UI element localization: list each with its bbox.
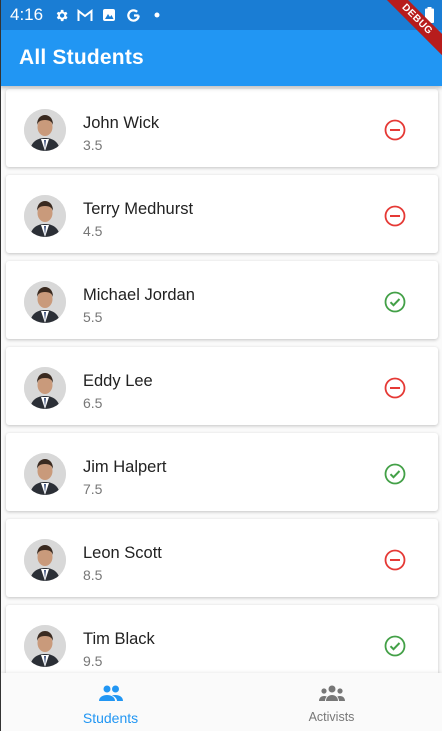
student-score: 5.5 xyxy=(83,309,103,325)
avatar xyxy=(24,625,66,667)
student-card[interactable]: Terry Medhurst 4.5 xyxy=(6,175,438,253)
avatar xyxy=(24,539,66,581)
nav-label-activists: Activists xyxy=(308,710,355,724)
people-icon xyxy=(98,685,123,706)
student-name: Eddy Lee xyxy=(83,372,153,390)
avatar xyxy=(24,453,66,495)
student-name: Tim Black xyxy=(83,630,155,648)
student-name: John Wick xyxy=(83,114,160,132)
bottom-navigation: Students Activists xyxy=(0,673,442,731)
app-bar: All Students xyxy=(0,30,442,86)
nav-label-students: Students xyxy=(82,710,139,726)
student-score: 8.5 xyxy=(83,567,103,583)
remove-circle-icon[interactable] xyxy=(384,549,406,571)
status-icons-left xyxy=(53,7,165,23)
status-time: 4:16 xyxy=(10,5,44,24)
avatar xyxy=(24,195,66,237)
gear-icon xyxy=(53,7,69,23)
student-score: 7.5 xyxy=(83,481,103,497)
check-circle-icon[interactable] xyxy=(384,635,406,657)
check-circle-icon[interactable] xyxy=(384,463,406,485)
remove-circle-icon[interactable] xyxy=(384,377,406,399)
avatar xyxy=(24,281,66,323)
avatar xyxy=(24,109,66,151)
student-score: 3.5 xyxy=(83,137,103,153)
student-card[interactable]: Tim Black 9.5 xyxy=(6,605,438,673)
student-score: 9.5 xyxy=(83,653,103,669)
student-card[interactable]: Leon Scott 8.5 xyxy=(6,519,438,597)
gmail-icon xyxy=(77,7,93,23)
google-icon xyxy=(125,7,141,23)
nav-item-students[interactable]: Students xyxy=(0,673,221,731)
student-card[interactable]: Jim Halpert 7.5 xyxy=(6,433,438,511)
student-name: Terry Medhurst xyxy=(83,200,194,218)
student-score: 4.5 xyxy=(83,223,103,239)
student-name: Michael Jordan xyxy=(83,286,195,304)
window-edge xyxy=(0,0,1,731)
nav-item-activists[interactable]: Activists xyxy=(221,673,442,731)
photos-icon xyxy=(101,7,117,23)
student-card[interactable]: Eddy Lee 6.5 xyxy=(6,347,438,425)
student-name: Jim Halpert xyxy=(83,458,167,476)
student-card[interactable]: Michael Jordan 5.5 xyxy=(6,261,438,339)
avatar xyxy=(24,367,66,409)
groups-icon xyxy=(318,685,345,706)
check-circle-icon[interactable] xyxy=(384,291,406,313)
student-card[interactable]: John Wick 3.5 xyxy=(6,89,438,167)
student-list[interactable]: John Wick 3.5 Terry Medhurst 4.5 Michael… xyxy=(0,86,442,673)
dot-icon xyxy=(149,7,165,23)
student-score: 6.5 xyxy=(83,395,103,411)
remove-circle-icon[interactable] xyxy=(384,205,406,227)
page-title: All Students xyxy=(19,46,144,69)
remove-circle-icon[interactable] xyxy=(384,119,406,141)
student-name: Leon Scott xyxy=(83,544,162,562)
status-bar: 4:16 xyxy=(0,0,442,30)
